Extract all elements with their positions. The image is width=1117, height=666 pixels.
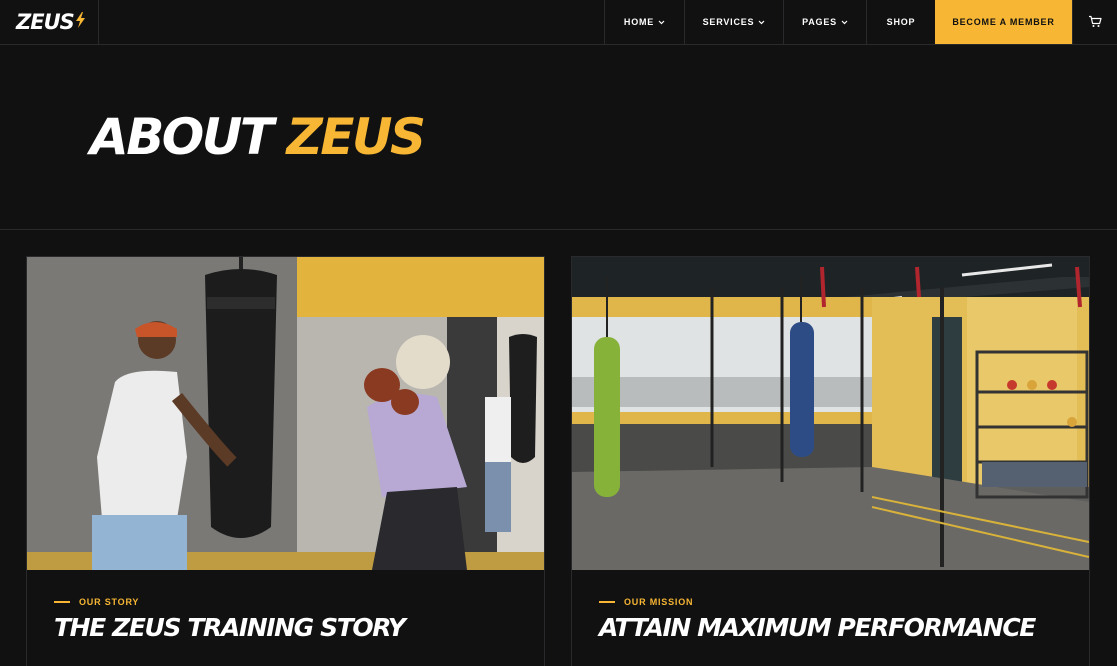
gym-interior-photo [572,257,1089,570]
logo[interactable]: ZEUS [0,0,99,44]
top-navbar: ZEUS HOME SERVICES PAGES SHOP BECOME A M… [0,0,1117,45]
chevron-down-icon [841,17,848,27]
cart-button[interactable] [1072,0,1117,44]
nav-item-services[interactable]: SERVICES [684,0,783,44]
page-hero: ABOUT ZEUS [0,45,1117,230]
nav-item-home[interactable]: HOME [604,0,684,44]
nav-item-pages[interactable]: PAGES [783,0,866,44]
card-title[interactable]: ATTAIN MAXIMUM PERFORMANCE [599,613,1036,642]
page-title-main: ABOUT [90,108,274,166]
eyebrow-line [54,601,70,603]
chevron-down-icon [658,17,665,27]
card-eyebrow: OUR STORY [54,597,139,607]
card-eyebrow-label: OUR MISSION [624,597,694,607]
mission-card[interactable]: OUR MISSION ATTAIN MAXIMUM PERFORMANCE [571,256,1090,666]
nav-item-label: SERVICES [702,17,755,27]
become-member-label: BECOME A MEMBER [952,17,1055,27]
lightning-bolt-icon [75,11,86,33]
nav-item-label: SHOP [886,17,916,27]
logo-text: ZEUS [16,10,75,34]
page-title: ABOUT ZEUS [90,107,426,167]
chevron-down-icon [758,17,765,27]
boxing-training-photo [27,257,544,570]
nav-item-shop[interactable]: SHOP [866,0,935,44]
card-eyebrow-label: OUR STORY [79,597,140,607]
story-card[interactable]: OUR STORY THE ZEUS TRAINING STORY [26,256,545,666]
card-eyebrow: OUR MISSION [599,597,693,607]
card-title[interactable]: THE ZEUS TRAINING STORY [54,613,406,642]
become-member-button[interactable]: BECOME A MEMBER [935,0,1072,44]
page-title-accent: ZEUS [286,108,426,166]
nav-menu: HOME SERVICES PAGES SHOP BECOME A MEMBER [604,0,1117,44]
eyebrow-line [599,601,615,603]
cart-icon [1088,15,1102,30]
nav-item-label: HOME [623,17,655,27]
nav-item-label: PAGES [802,17,837,27]
